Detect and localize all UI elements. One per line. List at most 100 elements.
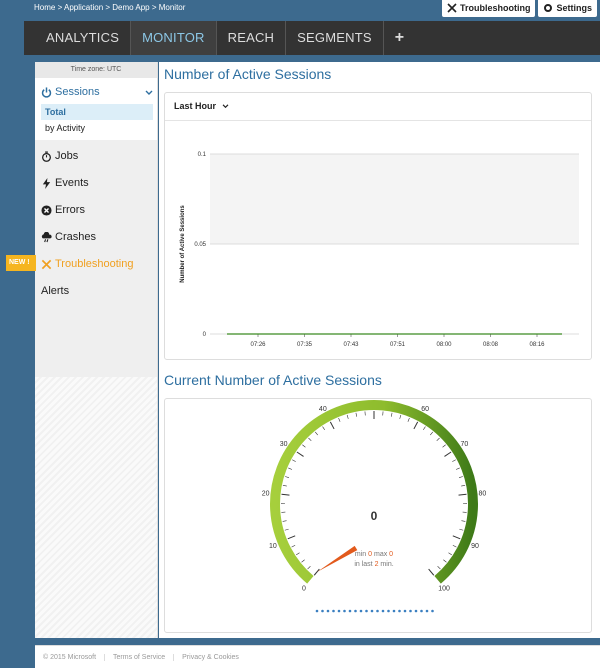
tab-segments[interactable]: SEGMENTS bbox=[286, 21, 384, 55]
pager-dot bbox=[426, 610, 429, 613]
main-nav: ANALYTICS MONITOR REACH SEGMENTS + bbox=[24, 21, 600, 55]
stopwatch-icon bbox=[41, 151, 52, 162]
terms-link[interactable]: Terms of Service bbox=[105, 654, 174, 661]
settings-button[interactable]: Settings bbox=[538, 0, 597, 17]
gauge-tick bbox=[453, 536, 460, 539]
x-tick-label: 07:51 bbox=[390, 342, 406, 348]
sidebar-subitem-by-activity[interactable]: by Activity bbox=[45, 123, 85, 133]
pager-dot bbox=[365, 610, 368, 613]
current-sessions-card: 01020304050607080901000min 0 max 0in las… bbox=[164, 398, 592, 633]
pager-dot bbox=[398, 610, 401, 613]
gauge-tick bbox=[459, 476, 463, 477]
sidebar-item-sessions[interactable]: Sessions bbox=[41, 86, 100, 98]
gauge-tick bbox=[461, 485, 465, 486]
gauge-value: 0 bbox=[371, 509, 378, 523]
errors-label: Errors bbox=[55, 204, 85, 216]
chevron-down-icon[interactable] bbox=[145, 90, 153, 96]
new-badge: NEW ! bbox=[6, 255, 36, 271]
gauge-tick bbox=[302, 560, 305, 563]
alerts-label: Alerts bbox=[41, 285, 69, 297]
active-sessions-title: Number of Active Sessions bbox=[164, 66, 331, 82]
gauge-tick bbox=[448, 553, 451, 555]
gauge-tick-label: 0 bbox=[302, 585, 306, 592]
gauge-tick bbox=[423, 427, 425, 430]
sidebar-subitem-total[interactable]: Total bbox=[41, 104, 153, 120]
gauge-tick bbox=[296, 553, 299, 555]
settings-label: Settings bbox=[556, 3, 592, 13]
gauge-tick bbox=[288, 536, 295, 539]
x-tick-label: 08:08 bbox=[483, 342, 499, 348]
sidebar-item-jobs[interactable]: Jobs bbox=[41, 150, 78, 162]
sidebar-item-errors[interactable]: Errors bbox=[41, 204, 85, 216]
tab-monitor[interactable]: MONITOR bbox=[131, 21, 217, 55]
events-label: Events bbox=[55, 177, 89, 189]
pager-dot bbox=[404, 610, 407, 613]
gauge-tick bbox=[339, 418, 341, 422]
pager-dot bbox=[360, 610, 363, 613]
gauge-tick bbox=[430, 432, 433, 435]
pager-dot bbox=[349, 610, 352, 613]
error-icon bbox=[41, 205, 52, 216]
y-axis-label: Number of Active Sessions bbox=[180, 205, 186, 283]
pager-dot bbox=[321, 610, 324, 613]
gauge-tick bbox=[288, 468, 292, 470]
gauge-tick bbox=[437, 438, 440, 441]
crashes-label: Crashes bbox=[55, 231, 96, 243]
gauge-tick bbox=[330, 422, 334, 429]
sessions-label: Sessions bbox=[55, 86, 100, 98]
plot-band bbox=[210, 154, 579, 244]
privacy-link[interactable]: Privacy & Cookies bbox=[174, 654, 247, 661]
timezone-label: Time zone: UTC bbox=[35, 62, 157, 78]
gauge-tick-label: 40 bbox=[319, 406, 327, 413]
gauge-tick-label: 90 bbox=[471, 543, 479, 550]
gauge-tick bbox=[391, 413, 392, 417]
gauge-window: in last 2 min. bbox=[354, 561, 393, 568]
y-tick-label: 0.1 bbox=[198, 152, 207, 158]
gauge-tick-label: 10 bbox=[269, 543, 277, 550]
pager-dot bbox=[338, 610, 341, 613]
gauge-tick-label: 100 bbox=[438, 585, 450, 592]
troubleshooting-top-button[interactable]: Troubleshooting bbox=[442, 0, 536, 17]
troubleshooting-label: Troubleshooting bbox=[55, 258, 133, 270]
active-sessions-chart: 0.10.050Number of Active Sessions07:2607… bbox=[165, 121, 589, 357]
gauge-tick bbox=[302, 445, 305, 448]
x-tick-label: 07:35 bbox=[297, 342, 313, 348]
pager-dot bbox=[382, 610, 385, 613]
pager-dot bbox=[387, 610, 390, 613]
current-sessions-title: Current Number of Active Sessions bbox=[164, 372, 382, 388]
breadcrumb: Home > Application > Demo App > Monitor bbox=[34, 3, 185, 12]
sidebar-item-events[interactable]: Events bbox=[41, 177, 89, 189]
gauge-tick bbox=[292, 460, 296, 462]
gauge-tick bbox=[452, 460, 456, 462]
sidebar-item-alerts[interactable]: Alerts bbox=[41, 285, 69, 297]
bolt-icon bbox=[41, 178, 52, 189]
y-tick-label: 0.05 bbox=[194, 242, 206, 248]
pager-dot bbox=[376, 610, 379, 613]
pager-dot bbox=[409, 610, 412, 613]
gauge-tick bbox=[459, 494, 467, 495]
gauge-tick bbox=[438, 566, 441, 569]
x-tick-label: 07:43 bbox=[343, 342, 359, 348]
gauge-tick bbox=[285, 529, 289, 530]
sidebar: Time zone: UTC Sessions Total by Activit… bbox=[35, 62, 158, 638]
gauge-tick bbox=[429, 569, 434, 575]
x-tick-label: 08:16 bbox=[529, 342, 545, 348]
cloud-storm-icon bbox=[41, 232, 52, 243]
tab-reach[interactable]: REACH bbox=[217, 21, 287, 55]
gear-icon bbox=[543, 3, 553, 13]
pager-dot bbox=[420, 610, 423, 613]
pager-dot bbox=[332, 610, 335, 613]
chevron-down-icon bbox=[222, 104, 229, 109]
gauge-tick bbox=[308, 438, 311, 441]
tab-analytics[interactable]: ANALYTICS bbox=[24, 21, 131, 55]
add-tab-button[interactable]: + bbox=[384, 21, 416, 55]
gauge-tick bbox=[297, 452, 304, 456]
sessions-gauge: 01020304050607080901000min 0 max 0in las… bbox=[165, 399, 589, 630]
sidebar-item-troubleshooting[interactable]: Troubleshooting bbox=[41, 258, 133, 270]
range-dropdown[interactable]: Last Hour bbox=[165, 93, 591, 121]
sidebar-item-crashes[interactable]: Crashes bbox=[41, 231, 96, 243]
gauge-tick bbox=[292, 545, 296, 547]
pager-dot bbox=[354, 610, 357, 613]
gauge-tick bbox=[308, 566, 311, 569]
gauge-minmax: min 0 max 0 bbox=[355, 551, 393, 558]
